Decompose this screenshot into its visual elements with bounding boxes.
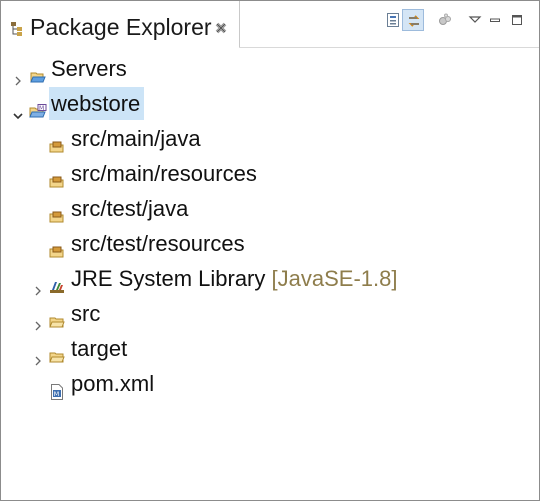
maximize-icon bbox=[512, 15, 522, 25]
tree-item-src-test-java[interactable]: src/test/java bbox=[1, 192, 261, 225]
tree-item-label: src/test/java bbox=[71, 196, 189, 221]
tree-item-label: src/main/java bbox=[71, 126, 201, 151]
svg-text:M: M bbox=[54, 390, 60, 398]
source-folder-icon bbox=[49, 236, 65, 258]
link-with-editor-icon bbox=[408, 15, 420, 27]
tree-item-label: src bbox=[71, 301, 101, 326]
chevron-right-icon[interactable] bbox=[32, 273, 44, 296]
maximize-button[interactable] bbox=[506, 9, 528, 31]
link-with-editor-button[interactable] bbox=[402, 9, 424, 31]
tree-item-label: pom.xml bbox=[71, 371, 155, 396]
minimize-icon bbox=[490, 18, 500, 22]
tree-item-label: JRE System Library [JavaSE-1.8] bbox=[71, 262, 397, 295]
tree-item-label: Servers bbox=[51, 56, 127, 81]
source-folder-icon bbox=[49, 201, 65, 223]
tree-item-jre-system-library[interactable]: JRE System Library [JavaSE-1.8] bbox=[1, 262, 421, 296]
chevron-right-icon[interactable] bbox=[32, 343, 44, 366]
view-tab[interactable]: Package Explorer bbox=[1, 1, 240, 47]
tree-item-servers[interactable]: Servers bbox=[1, 52, 201, 86]
chevron-right-icon[interactable] bbox=[12, 63, 24, 86]
source-folder-icon bbox=[49, 131, 65, 153]
chevron-right-icon[interactable] bbox=[32, 308, 44, 331]
tree-item-src-main-java[interactable]: src/main/java bbox=[1, 122, 261, 155]
chevron-down-icon bbox=[468, 16, 482, 23]
focus-task-icon bbox=[439, 13, 451, 25]
tree-item-src[interactable]: src bbox=[1, 297, 201, 331]
tree-item-label: target bbox=[71, 336, 128, 361]
folder-icon bbox=[49, 341, 65, 363]
tree-item-label: webstore bbox=[49, 87, 145, 120]
folder-icon bbox=[49, 306, 65, 328]
library-name: JRE System Library bbox=[71, 266, 266, 291]
svg-text:M: M bbox=[39, 105, 44, 112]
project-tree: Servers M webstore src/main/java src/mai… bbox=[1, 51, 539, 500]
tree-item-src-test-resources[interactable]: src/test/resources bbox=[1, 227, 291, 260]
package-explorer-view: Package Explorer Servers M webstore src/… bbox=[0, 0, 540, 501]
source-folder-icon bbox=[49, 166, 65, 188]
tree-item-webstore[interactable]: M webstore bbox=[1, 87, 261, 120]
maven-pom-file-icon: M bbox=[50, 376, 66, 400]
maven-project-icon: M bbox=[29, 96, 47, 118]
library-icon bbox=[49, 271, 65, 293]
view-title: Package Explorer bbox=[30, 14, 212, 40]
tree-item-target[interactable]: target bbox=[1, 332, 201, 366]
view-menu-button[interactable] bbox=[464, 9, 486, 31]
focus-on-task-button[interactable] bbox=[434, 9, 456, 31]
package-explorer-icon bbox=[11, 22, 23, 41]
tree-item-label: src/test/resources bbox=[71, 231, 245, 256]
tree-item-pom-xml[interactable]: M pom.xml bbox=[1, 367, 201, 400]
close-icon[interactable] bbox=[215, 21, 227, 39]
tab-divider bbox=[239, 47, 539, 48]
tree-item-label: src/main/resources bbox=[71, 161, 257, 186]
tree-item-src-main-resources[interactable]: src/main/resources bbox=[1, 157, 291, 190]
chevron-down-icon[interactable] bbox=[12, 98, 24, 120]
library-version-decoration: [JavaSE-1.8] bbox=[271, 266, 398, 291]
collapse-all-button[interactable] bbox=[382, 9, 404, 31]
minimize-button[interactable] bbox=[484, 9, 506, 31]
collapse-all-icon bbox=[387, 13, 399, 27]
folder-open-icon bbox=[30, 61, 46, 83]
